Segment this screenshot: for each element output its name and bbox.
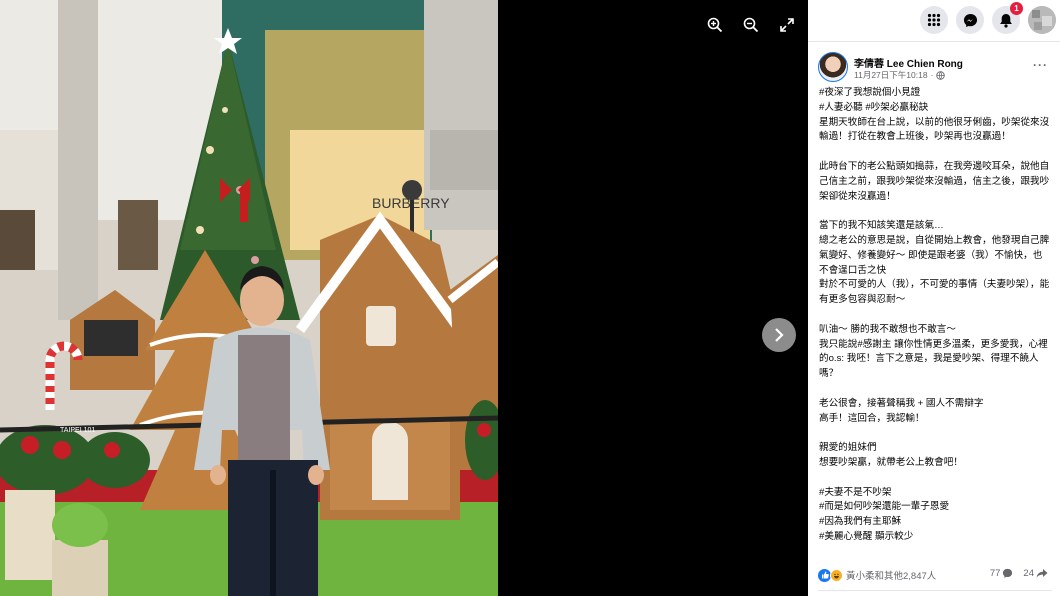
author-avatar[interactable] — [818, 52, 848, 82]
notifications-button[interactable]: 1 — [992, 2, 1023, 34]
engagement-counts: 77 24 — [990, 568, 1048, 579]
reactions-count: 黃小柔和其他2,847人 — [846, 571, 937, 582]
share-icon — [1036, 569, 1048, 578]
messenger-icon — [963, 13, 977, 27]
post-panel: 1 李倩蓉 Lee Chien Rong 11月27日下午10:18 · ···… — [808, 0, 1060, 596]
reactions-summary[interactable]: 黃小柔和其他2,847人 — [818, 568, 936, 582]
footer-divider — [818, 590, 1052, 591]
zoom-in-icon[interactable] — [704, 14, 726, 36]
haha-icon — [830, 568, 843, 582]
comments-count[interactable]: 77 — [990, 568, 1014, 579]
photo-viewer: BURBERRY — [0, 0, 808, 596]
globe-icon — [936, 70, 946, 80]
post-text: #夜深了我想說個小見證 #人妻必聽 #吵架必贏秘訣 星期天牧師在台上說，以前的他… — [819, 87, 1050, 542]
comments-value: 77 — [989, 568, 1001, 579]
post-photo[interactable]: BURBERRY — [0, 0, 498, 596]
chevron-right-icon — [775, 328, 784, 342]
post-options-button[interactable]: ··· — [1033, 58, 1048, 72]
post-header: 李倩蓉 Lee Chien Rong 11月27日下午10:18 · ··· — [818, 52, 1052, 84]
author-name[interactable]: 李倩蓉 Lee Chien Rong — [854, 55, 963, 70]
viewer-toolbar — [704, 14, 798, 36]
zoom-out-icon[interactable] — [740, 14, 762, 36]
post-timestamp[interactable]: 11月27日下午10:18 — [854, 69, 928, 81]
post-footer: 黃小柔和其他2,847人 77 24 — [818, 565, 1052, 585]
bell-icon — [1000, 13, 1012, 28]
top-navbar: 1 — [808, 0, 1060, 42]
messenger-button[interactable] — [956, 6, 984, 34]
tower-label: TAIPEI 101 — [60, 427, 95, 434]
photo-illustration: BURBERRY — [0, 0, 498, 596]
shares-count[interactable]: 24 — [1023, 568, 1048, 579]
menu-grid-icon — [927, 13, 941, 27]
next-photo-button[interactable] — [762, 318, 796, 352]
account-avatar[interactable] — [1028, 6, 1056, 34]
fullscreen-icon[interactable] — [776, 14, 798, 36]
menu-grid-button[interactable] — [920, 6, 948, 34]
comment-icon — [1003, 568, 1013, 578]
meta-separator: · — [930, 70, 934, 80]
post-meta: 11月27日下午10:18 · — [854, 69, 946, 81]
shares-value: 24 — [1023, 568, 1034, 579]
notification-badge: 1 — [1010, 2, 1023, 15]
